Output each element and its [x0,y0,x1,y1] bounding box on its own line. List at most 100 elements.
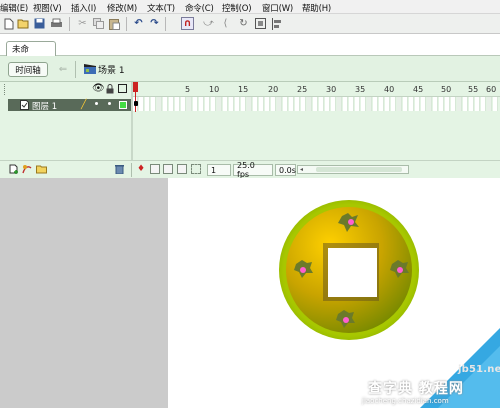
visibility-dot-icon[interactable] [95,102,98,105]
timeline-toggle-button[interactable]: 时间轴 [8,62,48,77]
outline-toggle-icon[interactable] [118,84,127,93]
frame-cell[interactable] [187,97,192,111]
frame-cell[interactable] [445,97,450,111]
frame-cell[interactable] [451,97,456,111]
frame-cell[interactable] [241,97,246,111]
frame-cell[interactable] [253,97,258,111]
frame-cell[interactable] [421,97,426,111]
frame-cell[interactable] [337,97,342,111]
frame-cell[interactable] [343,97,348,111]
scrollbar-thumb[interactable] [316,167,402,172]
menu-help[interactable]: 帮助(H) [302,2,331,14]
add-folder-icon[interactable] [36,164,47,177]
frame-grid[interactable] [133,97,500,111]
menu-modify[interactable]: 修改(M) [107,2,137,14]
print-icon[interactable] [50,17,63,30]
document-tab[interactable]: 未命名-1* [6,41,56,67]
onion-skin-icon[interactable] [150,164,160,174]
frame-cell[interactable] [205,97,210,111]
frame-cell[interactable] [217,97,222,111]
copy-icon[interactable] [92,17,105,30]
frame-cell[interactable] [235,97,240,111]
onion-skin-outlines-icon[interactable] [163,164,173,174]
frame-cell[interactable] [211,97,216,111]
layer-name[interactable]: 图层 1 [32,100,57,112]
keyframe-marker[interactable] [134,101,138,106]
frame-cell[interactable] [415,97,420,111]
frame-cell[interactable] [169,97,174,111]
frame-cell[interactable] [397,97,402,111]
frame-cell[interactable] [307,97,312,111]
frame-cell[interactable] [301,97,306,111]
frame-cell[interactable] [391,97,396,111]
outline-color-icon[interactable] [119,101,127,109]
add-layer-icon[interactable] [9,164,19,177]
undo-icon[interactable]: ↶ [132,17,145,30]
frame-cell[interactable] [223,97,228,111]
frame-cell[interactable] [139,97,144,111]
frame-cell[interactable] [277,97,282,111]
frame-cell[interactable] [379,97,384,111]
frame-rate-field[interactable]: 25.0 fps [233,161,273,179]
new-file-icon[interactable] [2,17,15,30]
frame-cell[interactable] [367,97,372,111]
save-icon[interactable] [33,17,46,30]
frame-cell[interactable] [475,97,480,111]
frame-cell[interactable] [349,97,354,111]
snap-magnet-icon[interactable]: ∩ [181,17,194,30]
frame-cell[interactable] [439,97,444,111]
open-file-icon[interactable] [17,17,30,30]
modify-onion-markers-icon[interactable] [191,164,201,174]
paste-icon[interactable] [108,17,121,30]
trash-icon[interactable] [115,164,124,177]
frame-cell[interactable] [325,97,330,111]
frame-cell[interactable] [373,97,378,111]
eye-icon[interactable]: 👁 [92,83,105,94]
frame-cell[interactable] [193,97,198,111]
scene-label[interactable]: 场景 1 [98,63,125,76]
frame-cell[interactable] [247,97,252,111]
rotate-icon[interactable]: ↻ [237,17,250,30]
lock-dot-icon[interactable] [108,102,111,105]
frame-cell[interactable] [403,97,408,111]
edit-multiple-frames-icon[interactable] [177,164,187,174]
frame-cell[interactable] [229,97,234,111]
frame-cell[interactable] [151,97,156,111]
panel-grip[interactable] [4,84,6,95]
frame-cell[interactable] [199,97,204,111]
frame-cell[interactable] [163,97,168,111]
frame-cell[interactable] [313,97,318,111]
cut-icon[interactable]: ✂ [76,17,89,30]
frame-cell[interactable] [355,97,360,111]
frame-cell[interactable] [427,97,432,111]
frame-cell[interactable] [481,97,486,111]
align-icon[interactable] [270,17,283,30]
coin-artwork[interactable] [278,198,420,342]
frame-cell[interactable] [433,97,438,111]
center-frame-icon[interactable]: ♦ [137,164,145,174]
frame-cell[interactable] [409,97,414,111]
current-frame-field[interactable]: 1 [207,164,231,176]
frame-cell[interactable] [271,97,276,111]
frame-ruler[interactable]: 5 10 15 20 25 30 35 40 45 50 55 60 [133,82,500,97]
menu-control[interactable]: 控制(O) [222,2,252,14]
menu-insert[interactable]: 插入(I) [71,2,96,14]
frame-cell[interactable] [331,97,336,111]
frame-cell[interactable] [463,97,468,111]
frame-cell[interactable] [181,97,186,111]
menu-view[interactable]: 视图(V) [33,2,62,14]
frame-cell[interactable] [175,97,180,111]
menu-window[interactable]: 窗口(W) [262,2,293,14]
frame-cell[interactable] [487,97,492,111]
frame-cell[interactable] [289,97,294,111]
smooth-icon[interactable]: ⤻ [202,17,215,30]
frame-cell[interactable] [295,97,300,111]
redo-icon[interactable]: ↷ [148,17,161,30]
frame-cell[interactable] [493,97,498,111]
lock-icon[interactable] [106,84,114,97]
frame-cell[interactable] [361,97,366,111]
frame-cell[interactable] [145,97,150,111]
menu-commands[interactable]: 命令(C) [185,2,214,14]
frame-cell[interactable] [469,97,474,111]
straighten-icon[interactable]: ⟨ [219,17,232,30]
